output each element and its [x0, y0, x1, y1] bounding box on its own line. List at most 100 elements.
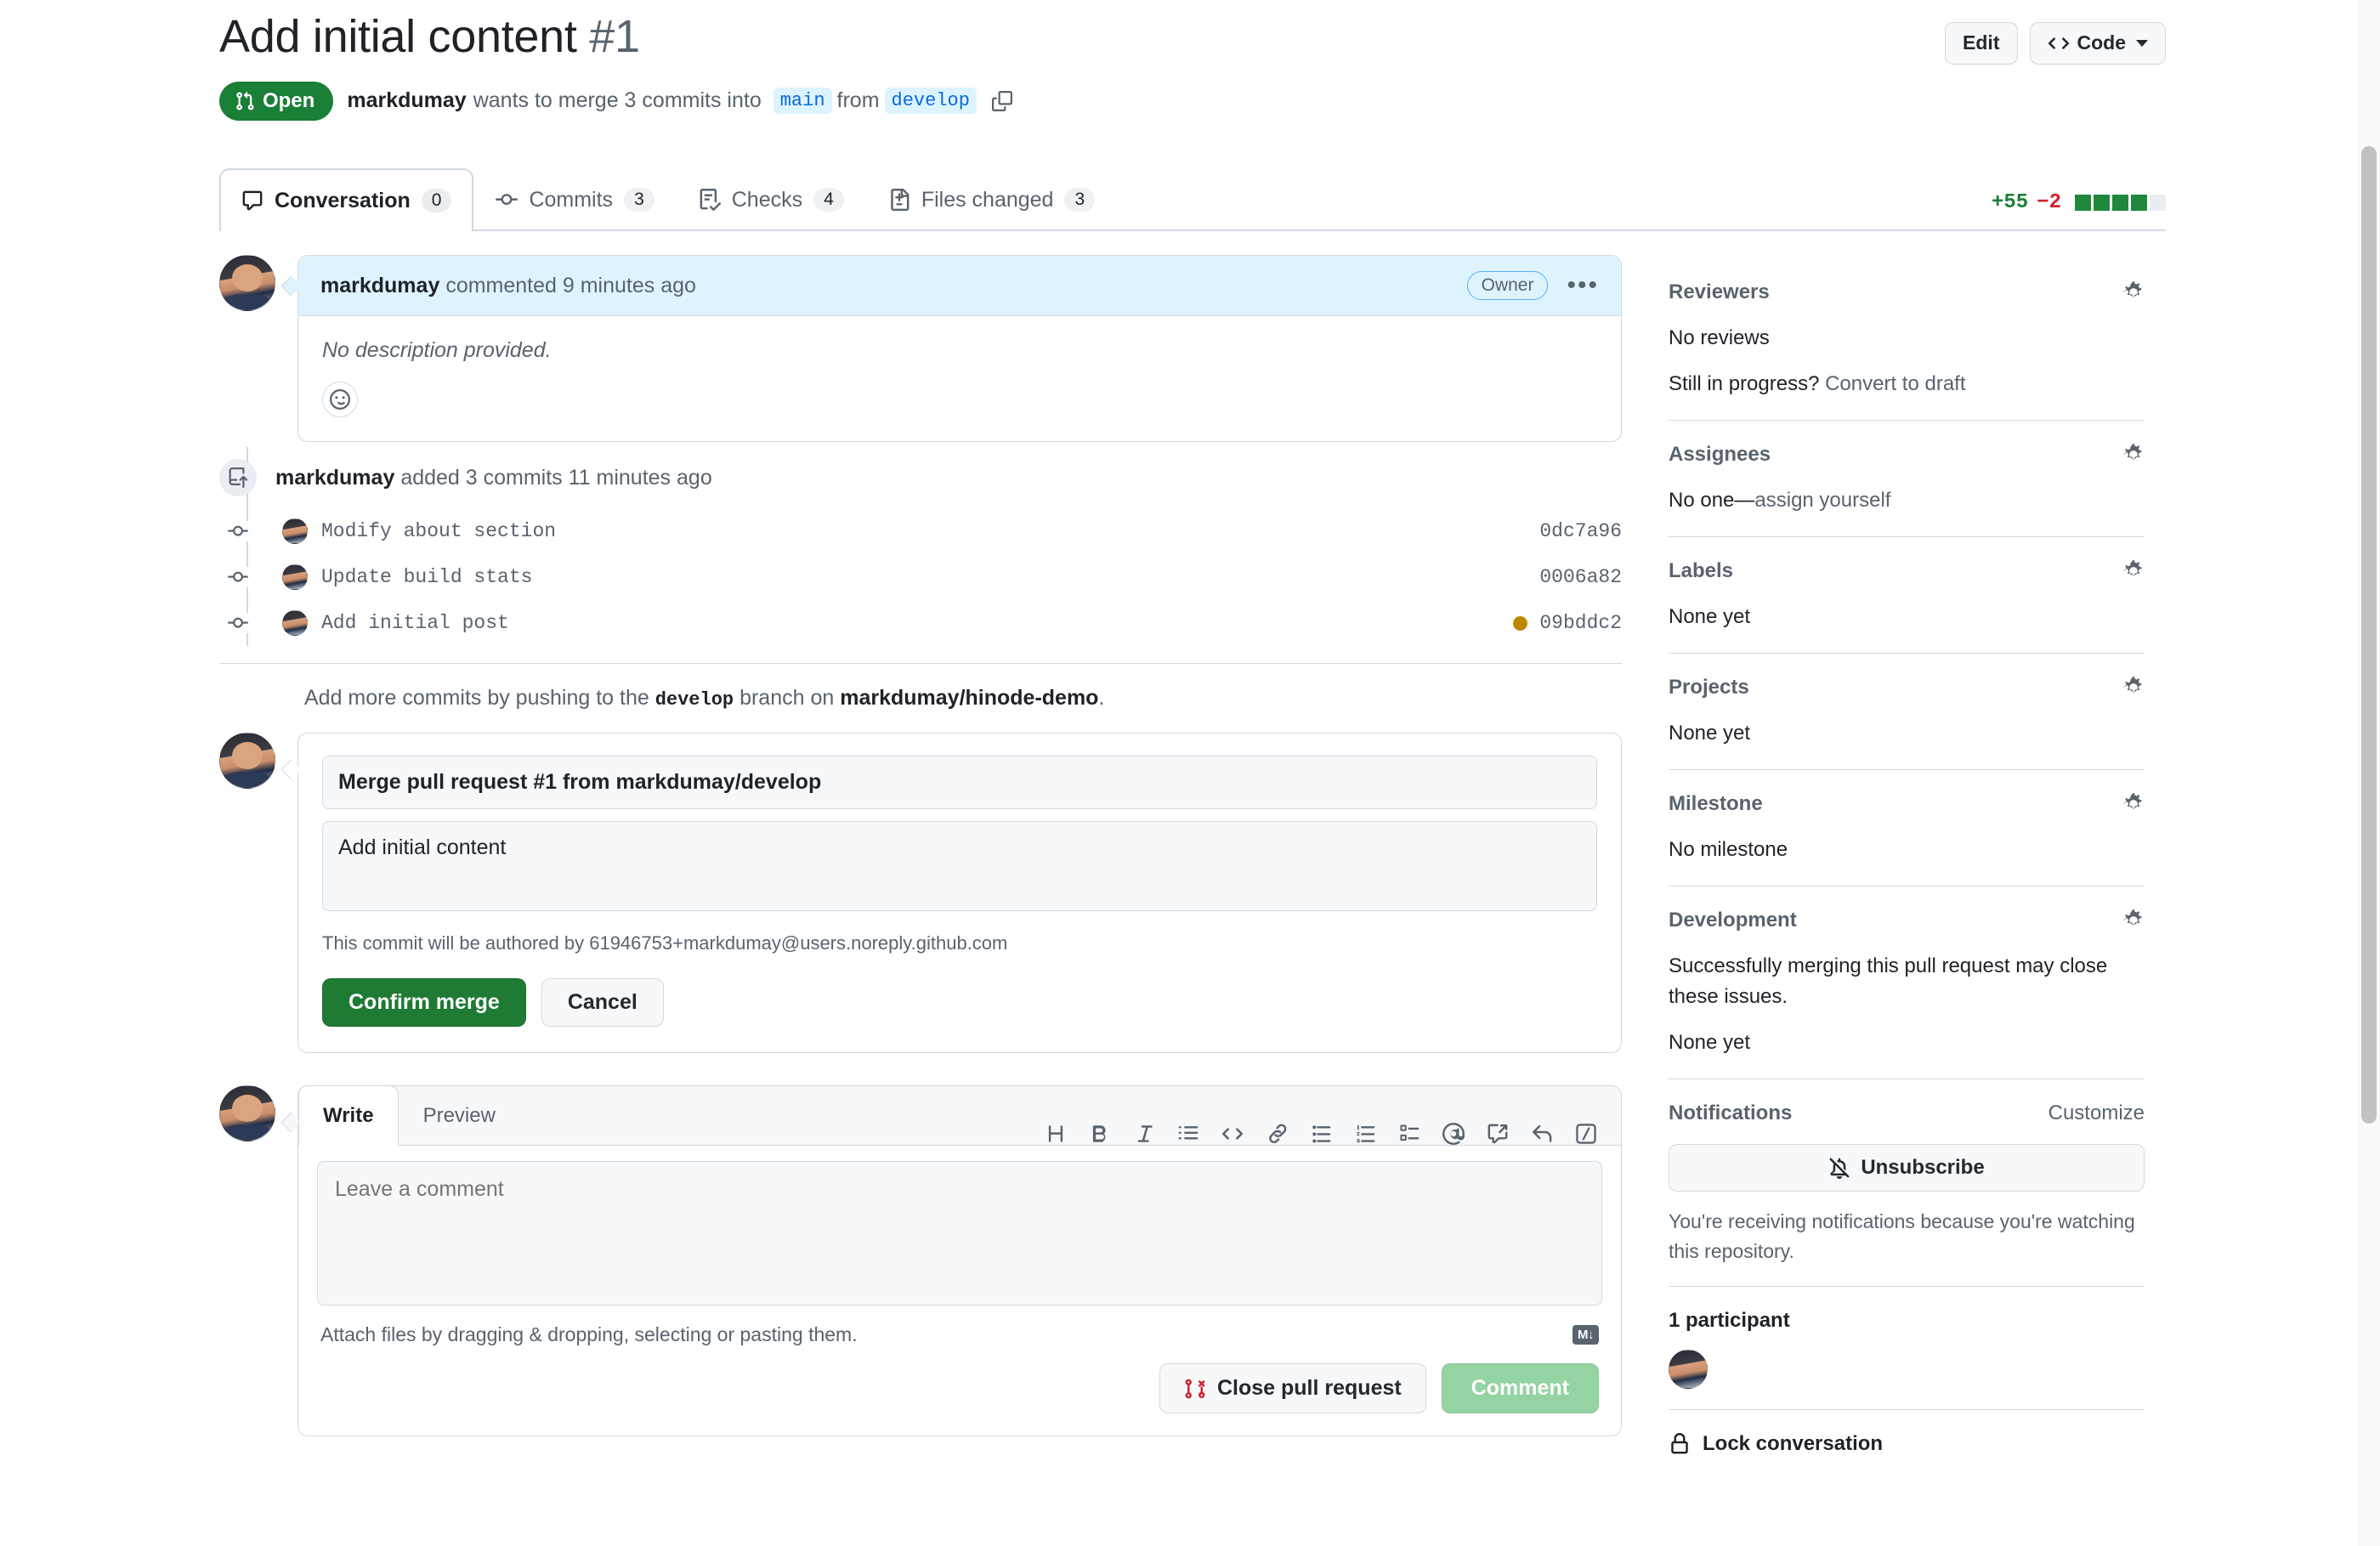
tab-files-changed[interactable]: Files changed 3 [866, 168, 1117, 229]
reference-icon[interactable] [1487, 1123, 1509, 1145]
editor-actions: Close pull request Comment [298, 1363, 1621, 1436]
role-badge: Owner [1466, 271, 1549, 300]
push-event: markdumay added 3 commits 11 minutes ago [219, 447, 1622, 508]
gear-icon[interactable] [2122, 560, 2145, 582]
code-button[interactable]: Code [2029, 22, 2166, 65]
diff-block [2150, 195, 2166, 211]
unordered-list-icon[interactable] [1310, 1123, 1332, 1145]
italic-icon[interactable] [1133, 1123, 1155, 1145]
tab-commits-label: Commits [529, 187, 614, 212]
tab-checks[interactable]: Checks 4 [677, 168, 866, 229]
diff-block [2131, 195, 2147, 211]
commit-author-avatar[interactable] [282, 518, 308, 544]
diff-block [2112, 195, 2128, 211]
avatar[interactable] [219, 733, 275, 789]
tab-commits[interactable]: Commits 3 [473, 168, 676, 229]
pr-description-comment: markdumay commented 9 minutes ago Owner … [219, 255, 1622, 442]
ordered-list-icon[interactable] [1354, 1123, 1376, 1145]
mention-icon[interactable] [1442, 1123, 1465, 1145]
sidebar-section-labels: Labels None yet [1669, 559, 2145, 654]
commit-author-avatar[interactable] [282, 610, 308, 636]
reviewers-value: No reviews [1669, 326, 1770, 349]
confirm-merge-button[interactable]: Confirm merge [322, 978, 526, 1027]
lock-conversation-button[interactable]: Lock conversation [1669, 1432, 2145, 1456]
add-more-repo[interactable]: markdumay/hinode-demo [840, 686, 1098, 710]
commit-message[interactable]: Add initial post [321, 612, 1513, 634]
gear-icon[interactable] [2122, 793, 2145, 815]
editor-footer: Attach files by dragging & dropping, sel… [298, 1311, 1621, 1363]
page-scrollbar[interactable] [2358, 0, 2380, 1546]
scrollbar-thumb[interactable] [2361, 146, 2377, 1124]
merge-commit-description-input[interactable] [322, 821, 1597, 911]
commit-message[interactable]: Modify about section [321, 520, 1539, 542]
checklist-icon [700, 189, 721, 211]
development-note: Successfully merging this pull request m… [1669, 954, 2108, 1008]
add-more-suffix: . [1098, 686, 1105, 710]
commit-sha-text[interactable]: 0dc7a96 [1539, 520, 1622, 542]
milestone-header: Milestone [1669, 792, 2145, 816]
sidebar-section-lock: Lock conversation [1669, 1432, 2145, 1476]
comment-editor: Write Preview Leave a comment Attach fil… [298, 1085, 1622, 1436]
tab-files-changed-count: 3 [1064, 188, 1096, 212]
commit-row: Update build stats 0006a82 [219, 554, 1622, 600]
avatar[interactable] [219, 255, 275, 311]
markdown-icon[interactable]: M↓ [1572, 1325, 1599, 1345]
diff-block [2094, 195, 2110, 211]
task-list-icon[interactable] [1398, 1123, 1420, 1145]
gear-icon[interactable] [2122, 281, 2145, 303]
gear-icon[interactable] [2122, 909, 2145, 932]
merge-commit-title-input[interactable] [322, 756, 1597, 809]
pr-title-text: Add initial content [219, 11, 577, 62]
gear-icon[interactable] [2122, 444, 2145, 466]
unsubscribe-button[interactable]: Unsubscribe [1669, 1144, 2145, 1192]
close-pull-request-button[interactable]: Close pull request [1159, 1363, 1426, 1413]
tab-write[interactable]: Write [298, 1085, 399, 1146]
slash-command-icon[interactable] [1575, 1123, 1597, 1145]
avatar[interactable] [1669, 1350, 1708, 1389]
commit-status-pending-icon[interactable] [1513, 615, 1528, 631]
convert-to-draft-link[interactable]: Convert to draft [1825, 372, 1965, 395]
tab-conversation-label: Conversation [275, 188, 411, 212]
assignees-none-label: No one— [1669, 489, 1755, 512]
add-reaction-button[interactable] [322, 382, 358, 417]
commit-sha-text[interactable]: 0006a82 [1539, 566, 1622, 588]
merge-authored-note: This commit will be authored by 61946753… [322, 932, 1008, 954]
customize-link[interactable]: Customize [2048, 1101, 2145, 1125]
pull-request-closed-icon [1185, 1379, 1205, 1398]
tab-conversation[interactable]: Conversation 0 [219, 168, 474, 231]
code-icon[interactable] [1221, 1123, 1244, 1145]
comment-button[interactable]: Comment [1441, 1363, 1599, 1413]
repo-push-icon [219, 459, 257, 496]
bell-slash-icon [1829, 1158, 1850, 1179]
projects-header: Projects [1669, 676, 2145, 699]
commit-message[interactable]: Update build stats [321, 566, 1539, 588]
commit-sha: 0006a82 [1539, 566, 1622, 588]
assign-yourself-link[interactable]: assign yourself [1754, 489, 1890, 512]
merge-form: This commit will be authored by 61946753… [298, 733, 1622, 1053]
comment-input[interactable] [317, 1161, 1602, 1305]
cancel-button[interactable]: Cancel [541, 978, 664, 1027]
comment-text: No description provided. [322, 338, 552, 362]
head-branch-chip[interactable]: develop [884, 88, 977, 115]
copy-icon[interactable] [991, 90, 1012, 111]
gear-icon[interactable] [2122, 677, 2145, 699]
reply-icon[interactable] [1531, 1123, 1553, 1145]
close-pr-label: Close pull request [1216, 1376, 1402, 1400]
link-icon[interactable] [1266, 1123, 1288, 1145]
pull-request-icon [236, 91, 254, 110]
commit-sha-text[interactable]: 09bddc2 [1539, 612, 1622, 634]
base-branch-chip[interactable]: main [773, 88, 832, 115]
kebab-menu-icon[interactable]: ••• [1567, 273, 1599, 298]
participants-title: 1 participant [1669, 1309, 1790, 1332]
heading-icon[interactable] [1045, 1123, 1067, 1145]
tab-files-changed-label: Files changed [921, 187, 1054, 212]
tab-preview[interactable]: Preview [399, 1085, 520, 1145]
comment-author[interactable]: markdumay [320, 274, 439, 297]
commit-author-avatar[interactable] [282, 564, 308, 590]
quote-icon[interactable] [1177, 1123, 1199, 1145]
bold-icon[interactable] [1089, 1123, 1111, 1145]
edit-button[interactable]: Edit [1945, 22, 2018, 65]
avatar[interactable] [219, 1085, 275, 1141]
pr-author[interactable]: markdumay [347, 88, 466, 113]
push-author[interactable]: markdumay [275, 466, 394, 490]
